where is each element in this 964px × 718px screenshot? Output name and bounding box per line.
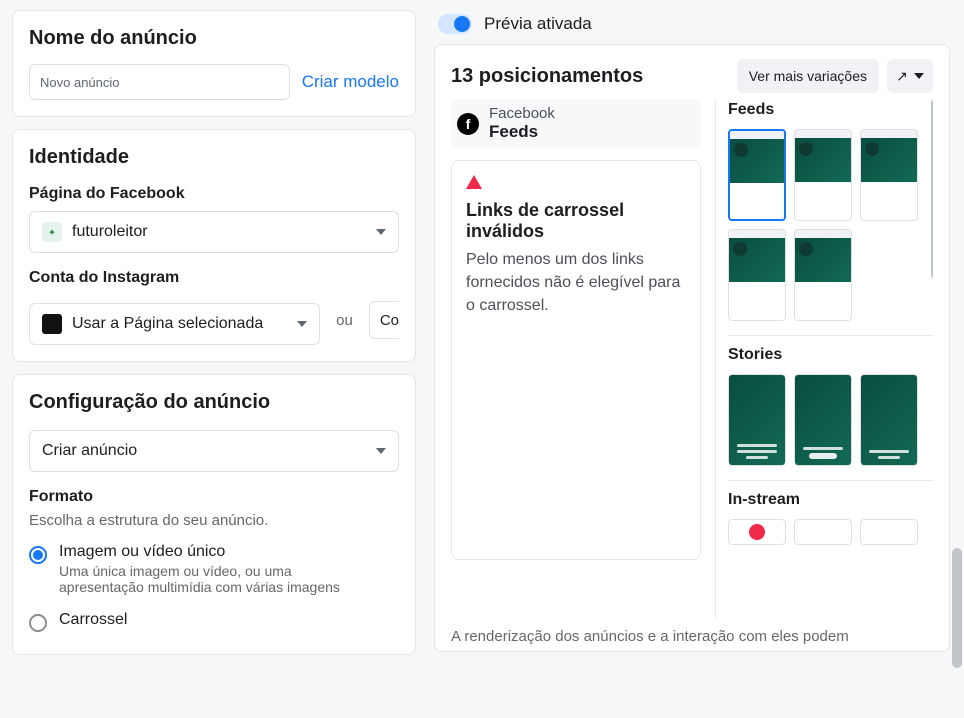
format-option-single-desc: Uma única imagem ou vídeo, ou uma aprese… (59, 563, 369, 595)
create-template-link[interactable]: Criar modelo (302, 72, 399, 92)
placement-thumb[interactable] (860, 374, 918, 466)
more-variations-label: Ver mais variações (749, 68, 867, 84)
ig-account-avatar-icon (42, 314, 62, 334)
preview-panel-body: f Facebook Feeds Links de carrossel invá… (451, 99, 933, 619)
ig-account-select[interactable]: Usar a Página selecionada (29, 303, 320, 345)
more-variations-button[interactable]: Ver mais variações (737, 59, 879, 93)
preview-panel-header: 13 posicionamentos Ver mais variações ↗ (451, 59, 933, 93)
error-box: Links de carrossel inválidos Pelo menos … (451, 160, 701, 560)
feeds-thumbs (728, 129, 933, 321)
placement-thumb[interactable] (728, 374, 786, 466)
format-radio-group: Imagem ou vídeo único Uma única imagem o… (29, 543, 399, 632)
ig-account-label: Conta do Instagram (29, 269, 399, 287)
identity-title: Identidade (29, 146, 399, 169)
ad-name-card: Nome do anúncio Novo anúncio Criar model… (12, 10, 416, 117)
external-link-icon: ↗ (896, 68, 908, 85)
toggle-knob-icon (454, 16, 470, 32)
or-label: ou (332, 312, 357, 329)
instream-thumbs (728, 519, 933, 545)
platform-name: Facebook (489, 105, 555, 122)
placements-column: Feeds Stories (715, 99, 933, 619)
fb-page-select[interactable]: ✦ futuroleitor (29, 211, 399, 253)
chevron-down-icon (376, 448, 386, 454)
ig-account-value: Usar a Página selecionada (72, 315, 287, 333)
fb-page-value: futuroleitor (72, 223, 366, 241)
group-instream-title: In-stream (728, 491, 933, 509)
platform-section: Feeds (489, 122, 555, 142)
placements-scroll[interactable]: Feeds Stories (728, 99, 933, 619)
ad-config-title: Configuração do anúncio (29, 391, 399, 414)
ad-config-card: Configuração do anúncio Criar anúncio Fo… (12, 374, 416, 655)
chevron-down-icon (376, 229, 386, 235)
format-option-carousel[interactable]: Carrossel (29, 611, 399, 632)
preview-toggle-row: Prévia ativada (434, 10, 950, 44)
connect-account-button[interactable]: Co (369, 301, 399, 339)
facebook-icon: f (457, 113, 479, 135)
ad-config-select[interactable]: Criar anúncio (29, 430, 399, 472)
placement-thumb[interactable] (794, 374, 852, 466)
preview-panel: 13 posicionamentos Ver mais variações ↗ … (434, 44, 950, 652)
scrollbar-thumb[interactable] (931, 99, 933, 279)
error-title: Links de carrossel inválidos (466, 200, 686, 242)
right-column: Prévia ativada 13 posicionamentos Ver ma… (428, 0, 964, 718)
identity-card: Identidade Página do Facebook ✦ futurole… (12, 129, 416, 362)
radio-icon (29, 614, 47, 632)
placement-thumb[interactable] (794, 129, 852, 221)
error-desc: Pelo menos um dos links fornecidos não é… (466, 248, 686, 318)
warning-icon (466, 175, 482, 189)
ad-name-title: Nome do anúncio (29, 27, 399, 50)
ad-config-select-value: Criar anúncio (42, 442, 366, 460)
outer-scrollbar[interactable] (952, 8, 962, 698)
divider (728, 335, 933, 336)
app-root: Nome do anúncio Novo anúncio Criar model… (0, 0, 964, 718)
format-option-carousel-label: Carrossel (59, 611, 127, 629)
left-column: Nome do anúncio Novo anúncio Criar model… (0, 0, 428, 718)
group-stories-title: Stories (728, 346, 933, 364)
ad-name-input[interactable]: Novo anúncio (29, 64, 290, 100)
placement-thumb[interactable] (728, 519, 786, 545)
group-feeds-title: Feeds (728, 101, 933, 119)
fb-page-avatar-icon: ✦ (42, 222, 62, 242)
preview-toggle[interactable] (438, 14, 472, 34)
divider (728, 480, 933, 481)
scrollbar-thumb[interactable] (952, 548, 962, 668)
share-preview-button[interactable]: ↗ (887, 59, 933, 93)
placement-thumb[interactable] (794, 229, 852, 321)
format-option-single[interactable]: Imagem ou vídeo único Uma única imagem o… (29, 543, 399, 595)
placement-thumb[interactable] (794, 519, 852, 545)
format-option-single-label: Imagem ou vídeo único (59, 543, 369, 561)
placement-thumb[interactable] (728, 129, 786, 221)
chevron-down-icon (297, 321, 307, 327)
placement-thumb[interactable] (860, 519, 918, 545)
chevron-down-icon (914, 73, 924, 79)
format-label: Formato (29, 488, 399, 506)
placement-thumb[interactable] (728, 229, 786, 321)
render-note: A renderização dos anúncios e a interaçã… (451, 628, 849, 645)
inner-scrollbar[interactable] (931, 99, 933, 603)
stop-icon (749, 524, 765, 540)
format-help: Escolha a estrutura do seu anúncio. (29, 512, 399, 529)
ad-name-input-value: Novo anúncio (40, 75, 120, 90)
placement-thumb[interactable] (860, 129, 918, 221)
preview-toggle-label: Prévia ativada (484, 14, 592, 34)
preview-left-column: f Facebook Feeds Links de carrossel invá… (451, 99, 701, 619)
radio-icon (29, 546, 47, 564)
placements-count-title: 13 posicionamentos (451, 65, 643, 88)
stories-thumbs (728, 374, 933, 466)
platform-row: f Facebook Feeds (451, 99, 701, 148)
fb-page-label: Página do Facebook (29, 185, 399, 203)
